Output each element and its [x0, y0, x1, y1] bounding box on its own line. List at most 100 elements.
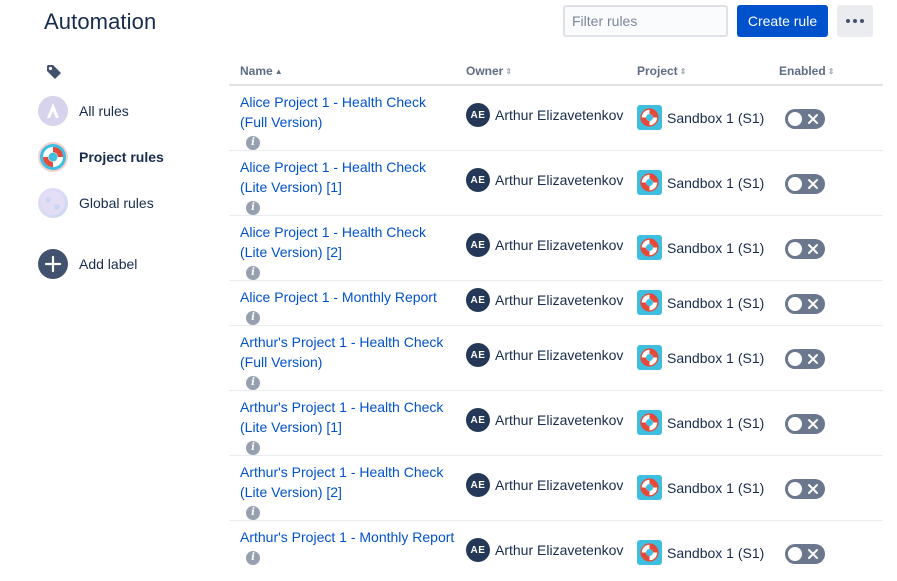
- toggle-knob: [788, 547, 802, 561]
- sort-icon: ⇕: [827, 67, 835, 76]
- table-row: Arthur's Project 1 - Health Check (Lite …: [229, 391, 883, 456]
- table-row: Arthur's Project 1 - Health Check (Full …: [229, 326, 883, 391]
- owner-name: Arthur Elizavetenkov: [495, 107, 624, 123]
- owner-cell: AE Arthur Elizavetenkov: [466, 538, 623, 562]
- enabled-toggle[interactable]: [785, 414, 825, 434]
- create-rule-button[interactable]: Create rule: [737, 5, 828, 37]
- project-name: Sandbox 1 (S1): [667, 239, 765, 256]
- rule-name-cell: Alice Project 1 - Health Check (Full Ver…: [240, 92, 455, 150]
- more-actions-button[interactable]: [837, 5, 873, 37]
- table-row: Alice Project 1 - Health Check (Lite Ver…: [229, 216, 883, 281]
- table-row: Alice Project 1 - Health Check (Full Ver…: [229, 86, 883, 151]
- rule-name-link[interactable]: Alice Project 1 - Health Check (Lite Ver…: [240, 157, 455, 197]
- rule-name-cell: Arthur's Project 1 - Health Check (Full …: [240, 332, 455, 390]
- owner-name: Arthur Elizavetenkov: [495, 477, 624, 493]
- project-cell: Sandbox 1 (S1): [637, 170, 764, 195]
- sort-ascending-icon: ▲: [274, 67, 283, 76]
- project-name: Sandbox 1 (S1): [667, 349, 765, 366]
- sidebar-item-label: Project rules: [79, 149, 164, 165]
- rule-name-cell: Arthur's Project 1 - Health Check (Lite …: [240, 397, 455, 455]
- owner-name: Arthur Elizavetenkov: [495, 292, 624, 308]
- owner-cell: AE Arthur Elizavetenkov: [466, 168, 623, 192]
- sidebar-item-all-rules[interactable]: All rules: [38, 94, 129, 128]
- project-cell: Sandbox 1 (S1): [637, 105, 764, 130]
- enabled-toggle[interactable]: [785, 239, 825, 259]
- project-cell: Sandbox 1 (S1): [637, 540, 764, 565]
- toggle-off-icon: [808, 244, 818, 254]
- rule-name-link[interactable]: Alice Project 1 - Health Check (Full Ver…: [240, 92, 455, 132]
- project-name: Sandbox 1 (S1): [667, 544, 765, 561]
- owner-cell: AE Arthur Elizavetenkov: [466, 473, 623, 497]
- info-icon[interactable]: i: [246, 201, 260, 215]
- avatar: AE: [466, 233, 490, 257]
- enabled-toggle[interactable]: [785, 544, 825, 564]
- rule-name-link[interactable]: Arthur's Project 1 - Health Check (Lite …: [240, 462, 455, 502]
- more-dot-icon: [846, 19, 850, 23]
- enabled-toggle[interactable]: [785, 479, 825, 499]
- info-icon[interactable]: i: [246, 266, 260, 280]
- sidebar-item-label: All rules: [79, 103, 129, 119]
- project-lifebuoy-icon: [637, 475, 662, 500]
- enabled-toggle[interactable]: [785, 349, 825, 369]
- enabled-toggle[interactable]: [785, 174, 825, 194]
- filter-rules-input[interactable]: [563, 5, 728, 37]
- project-lifebuoy-icon: [637, 170, 662, 195]
- sidebar-item-global-rules[interactable]: Global rules: [38, 186, 154, 220]
- owner-cell: AE Arthur Elizavetenkov: [466, 103, 623, 127]
- globe-icon: [38, 188, 68, 218]
- table-row: Arthur's Project 1 - Monthly Report i AE Ar…: [229, 521, 883, 581]
- rule-name-link[interactable]: Alice Project 1 - Monthly Report: [240, 287, 455, 307]
- rule-name-link[interactable]: Arthur's Project 1 - Monthly Report: [240, 527, 455, 547]
- toggle-off-icon: [808, 354, 818, 364]
- sidebar-item-project-rules[interactable]: Project rules: [38, 140, 164, 174]
- toggle-knob: [788, 297, 802, 311]
- rule-name-cell: Alice Project 1 - Health Check (Lite Ver…: [240, 157, 455, 215]
- sort-icon: ⇕: [679, 67, 687, 76]
- table-row: Alice Project 1 - Monthly Report i AE Arthu…: [229, 281, 883, 326]
- toggle-off-icon: [808, 179, 818, 189]
- enabled-toggle[interactable]: [785, 109, 825, 129]
- rules-table-header: Name ▲ Owner ⇕ Project ⇕ Enabled ⇕: [229, 60, 883, 86]
- sort-icon: ⇕: [505, 67, 513, 76]
- sidebar-item-label: Add label: [79, 256, 138, 272]
- rule-name-link[interactable]: Alice Project 1 - Health Check (Lite Ver…: [240, 222, 455, 262]
- toggle-knob: [788, 482, 802, 496]
- info-icon[interactable]: i: [246, 551, 260, 565]
- rule-name-cell: Alice Project 1 - Monthly Report i: [240, 287, 455, 325]
- sidebar-item-label: Global rules: [79, 195, 154, 211]
- project-cell: Sandbox 1 (S1): [637, 290, 764, 315]
- toggle-off-icon: [808, 114, 818, 124]
- add-label-button[interactable]: Add label: [38, 247, 137, 281]
- rule-name-link[interactable]: Arthur's Project 1 - Health Check (Lite …: [240, 397, 455, 437]
- info-icon[interactable]: i: [246, 136, 260, 150]
- info-icon[interactable]: i: [246, 376, 260, 390]
- project-name: Sandbox 1 (S1): [667, 109, 765, 126]
- toggle-knob: [788, 242, 802, 256]
- project-cell: Sandbox 1 (S1): [637, 410, 764, 435]
- rules-table-body: Alice Project 1 - Health Check (Full Ver…: [229, 86, 883, 581]
- rule-name-cell: Arthur's Project 1 - Monthly Report i: [240, 527, 455, 565]
- enabled-toggle[interactable]: [785, 294, 825, 314]
- owner-cell: AE Arthur Elizavetenkov: [466, 408, 623, 432]
- owner-cell: AE Arthur Elizavetenkov: [466, 233, 623, 257]
- plus-icon: [38, 249, 68, 279]
- toggle-off-icon: [808, 549, 818, 559]
- info-icon[interactable]: i: [246, 311, 260, 325]
- column-header-owner[interactable]: Owner ⇕: [466, 64, 512, 78]
- column-header-name[interactable]: Name ▲: [240, 64, 283, 78]
- lifebuoy-icon: [38, 142, 68, 172]
- owner-name: Arthur Elizavetenkov: [495, 237, 624, 253]
- column-header-project[interactable]: Project ⇕: [637, 64, 686, 78]
- atlassian-logo-icon: [38, 96, 68, 126]
- project-lifebuoy-icon: [637, 105, 662, 130]
- info-icon[interactable]: i: [246, 441, 260, 455]
- rule-name-link[interactable]: Arthur's Project 1 - Health Check (Full …: [240, 332, 455, 372]
- owner-name: Arthur Elizavetenkov: [495, 412, 624, 428]
- toggle-knob: [788, 352, 802, 366]
- toggle-knob: [788, 112, 802, 126]
- info-icon[interactable]: i: [246, 506, 260, 520]
- column-header-enabled[interactable]: Enabled ⇕: [779, 64, 834, 78]
- more-dot-icon: [860, 19, 864, 23]
- table-row: Arthur's Project 1 - Health Check (Lite …: [229, 456, 883, 521]
- project-cell: Sandbox 1 (S1): [637, 345, 764, 370]
